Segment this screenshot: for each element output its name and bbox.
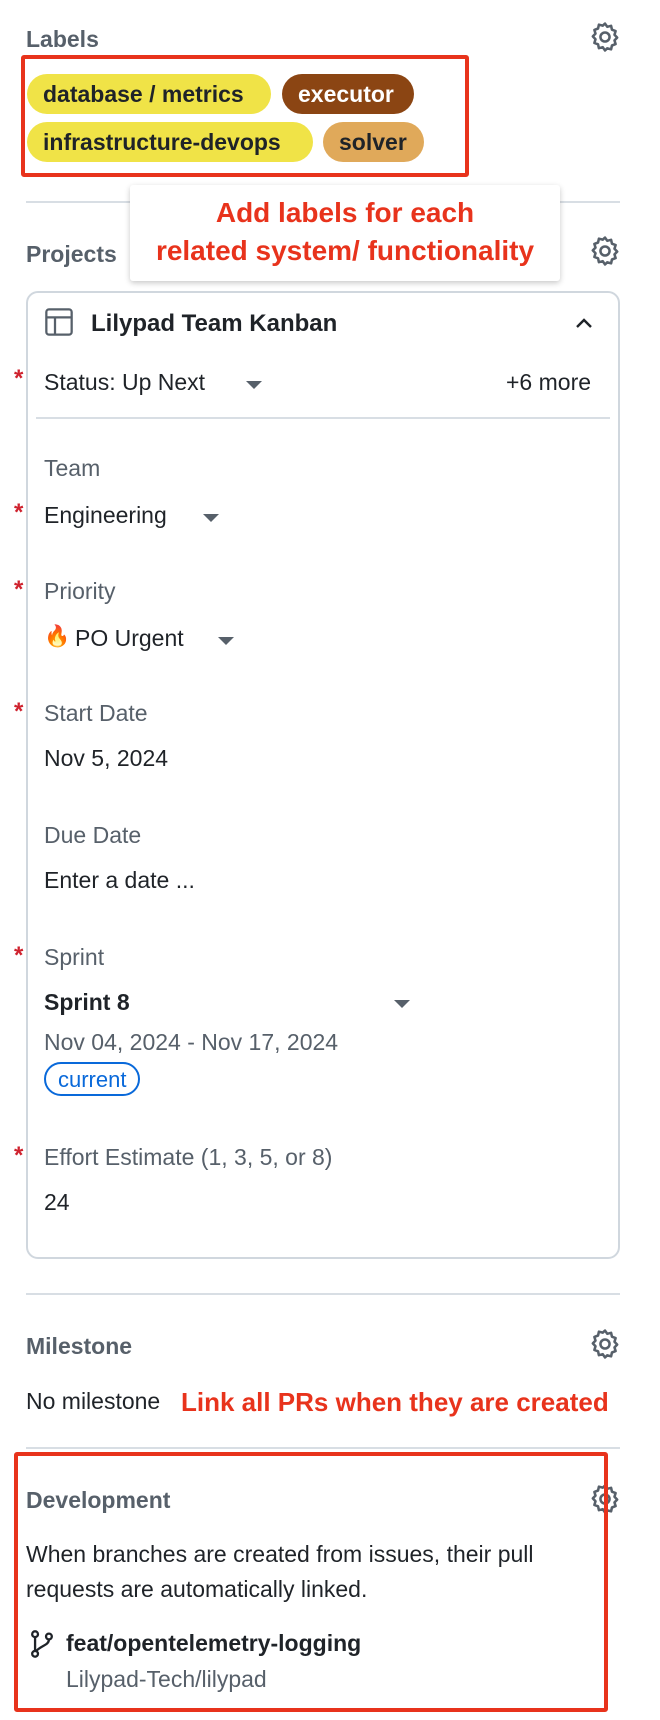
chevron-down-icon[interactable] [203, 514, 219, 522]
development-annotation-box [14, 1452, 608, 1712]
milestone-value: No milestone [26, 1388, 161, 1414]
labels-gear-icon[interactable] [588, 20, 622, 54]
effort-value[interactable]: 24 [44, 1189, 70, 1216]
annotation-line: related system/ functionality [155, 235, 535, 266]
required-marker: * [14, 1142, 24, 1169]
priority-label: Priority [44, 578, 116, 604]
due-date-input[interactable]: Enter a date ... [44, 867, 195, 894]
sprint-value[interactable]: Sprint 8 [44, 989, 130, 1016]
project-name[interactable]: Lilypad Team Kanban [91, 310, 337, 338]
milestone-title: Milestone [26, 1333, 133, 1359]
pr-annotation: Link all PRs when they are created [181, 1387, 609, 1417]
start-date-value[interactable]: Nov 5, 2024 [44, 745, 168, 772]
divider [26, 1447, 620, 1449]
milestone-gear-icon[interactable] [588, 1327, 622, 1361]
team-label: Team [44, 455, 101, 481]
required-marker: * [14, 365, 24, 392]
labels-title: Labels [26, 26, 99, 52]
chevron-up-icon[interactable] [572, 312, 596, 336]
projects-title: Projects [26, 241, 117, 267]
effort-label: Effort Estimate (1, 3, 5, or 8) [44, 1144, 333, 1170]
priority-value[interactable]: PO Urgent [75, 625, 184, 652]
card-divider [36, 417, 610, 419]
required-marker: * [14, 576, 24, 603]
fire-icon: 🔥 [44, 625, 71, 648]
chevron-down-icon[interactable] [246, 381, 262, 389]
divider [26, 1293, 620, 1295]
projects-gear-icon[interactable] [588, 234, 622, 268]
sprint-range: Nov 04, 2024 - Nov 17, 2024 [44, 1029, 339, 1055]
required-marker: * [14, 698, 24, 725]
required-marker: * [14, 499, 24, 526]
required-marker: * [14, 942, 24, 969]
labels-annotation-box [21, 55, 469, 177]
due-date-label: Due Date [44, 822, 142, 848]
labels-annotation-callout: Add labels for each related system/ func… [130, 185, 560, 281]
status-value[interactable]: Status: Up Next [44, 369, 205, 396]
chevron-down-icon[interactable] [218, 637, 234, 645]
sprint-label: Sprint [44, 944, 105, 970]
project-card [26, 291, 620, 1259]
start-date-label: Start Date [44, 700, 148, 726]
more-fields-link[interactable]: +6 more [506, 369, 591, 396]
team-value[interactable]: Engineering [44, 502, 167, 529]
chevron-down-icon[interactable] [394, 1000, 410, 1008]
sprint-current-badge: current [44, 1062, 141, 1096]
table-icon [43, 306, 75, 338]
annotation-line: Add labels for each [215, 197, 475, 228]
